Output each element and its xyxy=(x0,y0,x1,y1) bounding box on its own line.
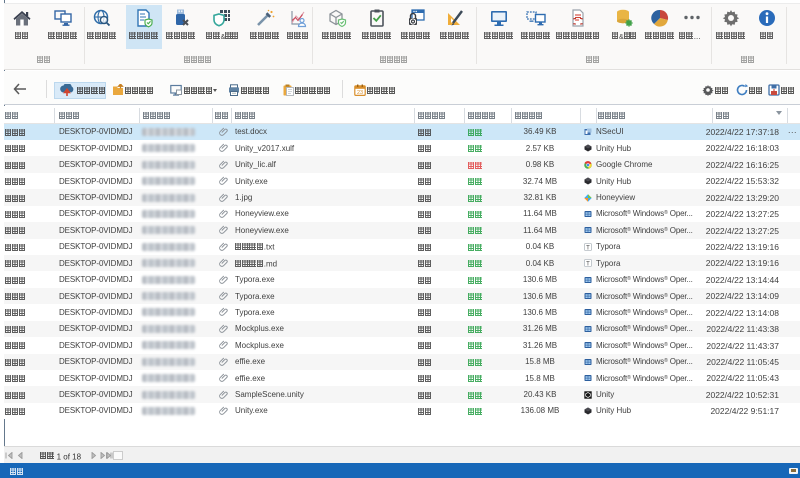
svg-text:T: T xyxy=(586,245,590,251)
svg-text:23: 23 xyxy=(357,90,363,96)
svg-text:T: T xyxy=(586,261,590,267)
